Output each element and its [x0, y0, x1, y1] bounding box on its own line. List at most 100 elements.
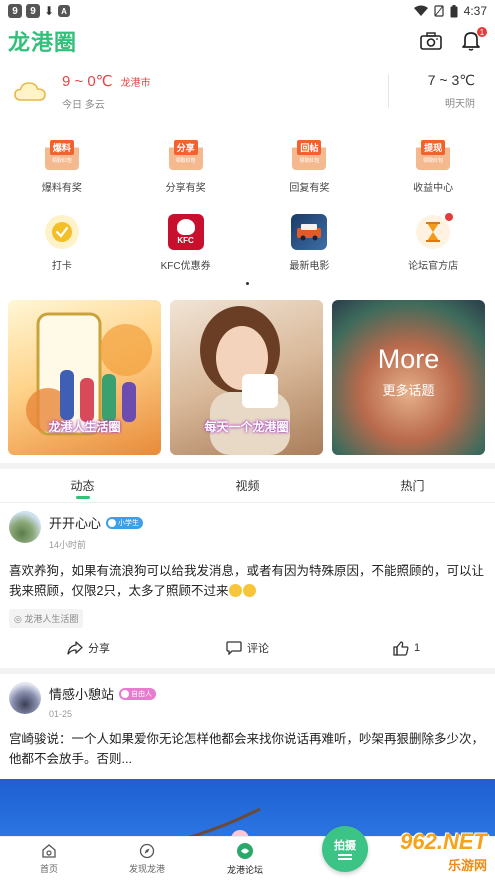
feed-post[interactable]: 情感小憩站 自由人 01-25 宫崎骏说：一个人如果爱你无论怎样他都会来找你说话…	[0, 674, 495, 769]
post-actions: 分享 评论 1	[9, 628, 486, 668]
cloudy-icon	[14, 82, 46, 101]
reward-sub: 领取红包	[423, 158, 444, 164]
grid-label: KFC优惠券	[160, 261, 211, 272]
more-topics-subtitle: 更多话题	[382, 383, 435, 398]
today-weather-desc: 今日 多云	[62, 99, 105, 111]
wifi-icon	[413, 5, 428, 16]
reward-sub: 领取红包	[51, 158, 72, 164]
grid-item-earnings[interactable]: 提现领取红包 收益中心	[371, 126, 495, 204]
hourglass-icon	[415, 213, 454, 250]
red-dot-badge	[445, 213, 454, 221]
user-level-badge: 自由人	[119, 687, 157, 700]
post-text: 喜欢养狗，如果有流浪狗可以给我发消息，或者有因为特殊原因，不能照顾的，可以让我来…	[9, 564, 485, 598]
reward-tag: 爆料	[49, 140, 74, 155]
avatar[interactable]	[9, 682, 41, 714]
notification-icon: 9	[26, 4, 40, 18]
emoji-icon	[229, 584, 243, 597]
grid-label: 打卡	[51, 261, 72, 272]
forum-icon	[237, 842, 253, 859]
download-icon: ⬇	[44, 4, 55, 18]
comment-icon	[226, 641, 242, 655]
grid-label: 回复有奖	[289, 183, 330, 194]
post-time: 14小时前	[49, 540, 87, 550]
post-topic-tag[interactable]: ◎ 龙港人生活圈	[9, 609, 84, 628]
red-envelope-icon: 回帖 领取红包	[291, 136, 327, 172]
no-sim-icon	[434, 5, 444, 17]
grid-item-share[interactable]: 分享领取红包 分享有奖	[124, 126, 248, 204]
post-username[interactable]: 开开心心	[49, 513, 101, 532]
reward-sub: 领取红包	[175, 158, 196, 164]
more-topics-title: More	[377, 344, 440, 374]
topic-cards: 龙港人生活圈 每天一个龙港圈 More 更多话题	[0, 290, 495, 455]
tab-dynamic[interactable]: 动态	[0, 469, 165, 502]
reward-tag: 回帖	[297, 140, 322, 155]
notification-icon: 9	[8, 4, 22, 18]
grid-label: 收益中心	[413, 183, 454, 194]
red-envelope-icon: 爆料 领取红包	[44, 136, 80, 172]
notification-badge: 1	[477, 27, 487, 37]
notifications-button[interactable]: 1	[459, 27, 487, 53]
camera-button[interactable]	[419, 29, 443, 53]
page-indicator	[0, 282, 495, 290]
kfc-text: KFC	[177, 236, 194, 245]
home-icon	[42, 843, 56, 858]
feed-post[interactable]: 开开心心 小学生 14小时前 喜欢养狗，如果有流浪狗可以给我发消息，或者有因为特…	[0, 503, 495, 668]
battery-icon	[450, 4, 458, 17]
tab-hot[interactable]: 热门	[330, 469, 495, 502]
shoot-button[interactable]: 拍摄	[322, 826, 368, 872]
tomorrow-temperature: 7 ~ 3℃	[427, 72, 475, 88]
divider	[388, 74, 389, 108]
reward-sub: 领取红包	[299, 158, 320, 164]
grid-item-reply[interactable]: 回帖领取红包 回复有奖	[248, 126, 372, 204]
compass-icon	[139, 843, 155, 858]
quick-actions-grid: 爆料 领取红包 爆料有奖 分享 领取红包 分享有奖 回帖 领取红包 回复有奖 提现 领取…	[0, 122, 495, 286]
reward-tag: 提现	[421, 140, 446, 155]
app-title: 龙港圈	[8, 30, 78, 55]
post-username[interactable]: 情感小憩站	[49, 684, 114, 703]
today-temperature: 9 ~ 0℃	[62, 72, 113, 90]
topic-card-life-circle[interactable]: 龙港人生活圈	[8, 300, 161, 455]
red-envelope-icon: 分享 领取红包	[168, 136, 204, 172]
grid-item-baoliao[interactable]: 爆料 领取红包 爆料有奖	[0, 126, 124, 204]
nav-home[interactable]: 首页	[0, 837, 98, 880]
tab-video[interactable]: 视频	[165, 469, 330, 502]
nav-discover[interactable]: 发现龙港	[98, 837, 196, 880]
share-icon	[67, 641, 83, 655]
post-time: 01-25	[49, 709, 73, 719]
status-bar: 9 9 ⬇ A 4:37	[0, 0, 495, 22]
emoji-icon	[243, 584, 257, 597]
movie-icon	[291, 214, 328, 250]
share-button[interactable]: 分享	[9, 640, 168, 656]
grid-label: 分享有奖	[165, 183, 206, 194]
watermark-logo: 962.NET 乐游网	[400, 829, 487, 873]
clock: 4:37	[463, 4, 487, 18]
avatar[interactable]	[9, 511, 41, 543]
like-count: 1	[413, 642, 421, 654]
city-name: 龙港市	[120, 77, 151, 89]
kfc-logo-icon: KFC	[167, 214, 204, 250]
weather-widget[interactable]: 9 ~ 0℃ 龙港市 今日 多云 7 ~ 3℃ 明天阴	[0, 60, 495, 122]
feed-tabs: 动态 视频 热门	[0, 469, 495, 503]
app-notification-icon: A	[58, 5, 71, 17]
app-header: 龙港圈 1	[0, 22, 495, 60]
user-level-badge: 小学生	[106, 516, 144, 529]
tomorrow-weather-desc: 明天阴	[445, 99, 475, 110]
topic-card-daily[interactable]: 每天一个龙港圈	[170, 300, 323, 455]
topic-card-more[interactable]: More 更多话题	[332, 300, 485, 455]
like-button[interactable]: 1	[327, 640, 486, 656]
topic-caption: 龙港人生活圈	[48, 420, 121, 434]
topic-caption: 每天一个龙港圈	[204, 420, 289, 434]
camera-icon	[420, 32, 442, 50]
thumbs-up-icon	[393, 640, 409, 656]
grid-label: 论坛官方店	[408, 261, 459, 272]
nav-forum[interactable]: 龙港论坛	[196, 837, 294, 880]
reward-tag: 分享	[173, 140, 198, 155]
checkin-icon	[44, 214, 80, 250]
post-text: 宫崎骏说：一个人如果爱你无论怎样他都会来找你说话再难听，吵架再狠删除多少次，他都…	[9, 732, 485, 766]
grid-item-checkin[interactable]: 打卡	[0, 204, 124, 282]
grid-item-kfc[interactable]: KFC KFC优惠券	[124, 204, 248, 282]
grid-item-official-store[interactable]: 论坛官方店	[371, 204, 495, 282]
red-envelope-icon: 提现 领取红包	[415, 136, 451, 172]
comment-button[interactable]: 评论	[168, 640, 327, 656]
grid-item-movies[interactable]: 最新电影	[248, 204, 372, 282]
